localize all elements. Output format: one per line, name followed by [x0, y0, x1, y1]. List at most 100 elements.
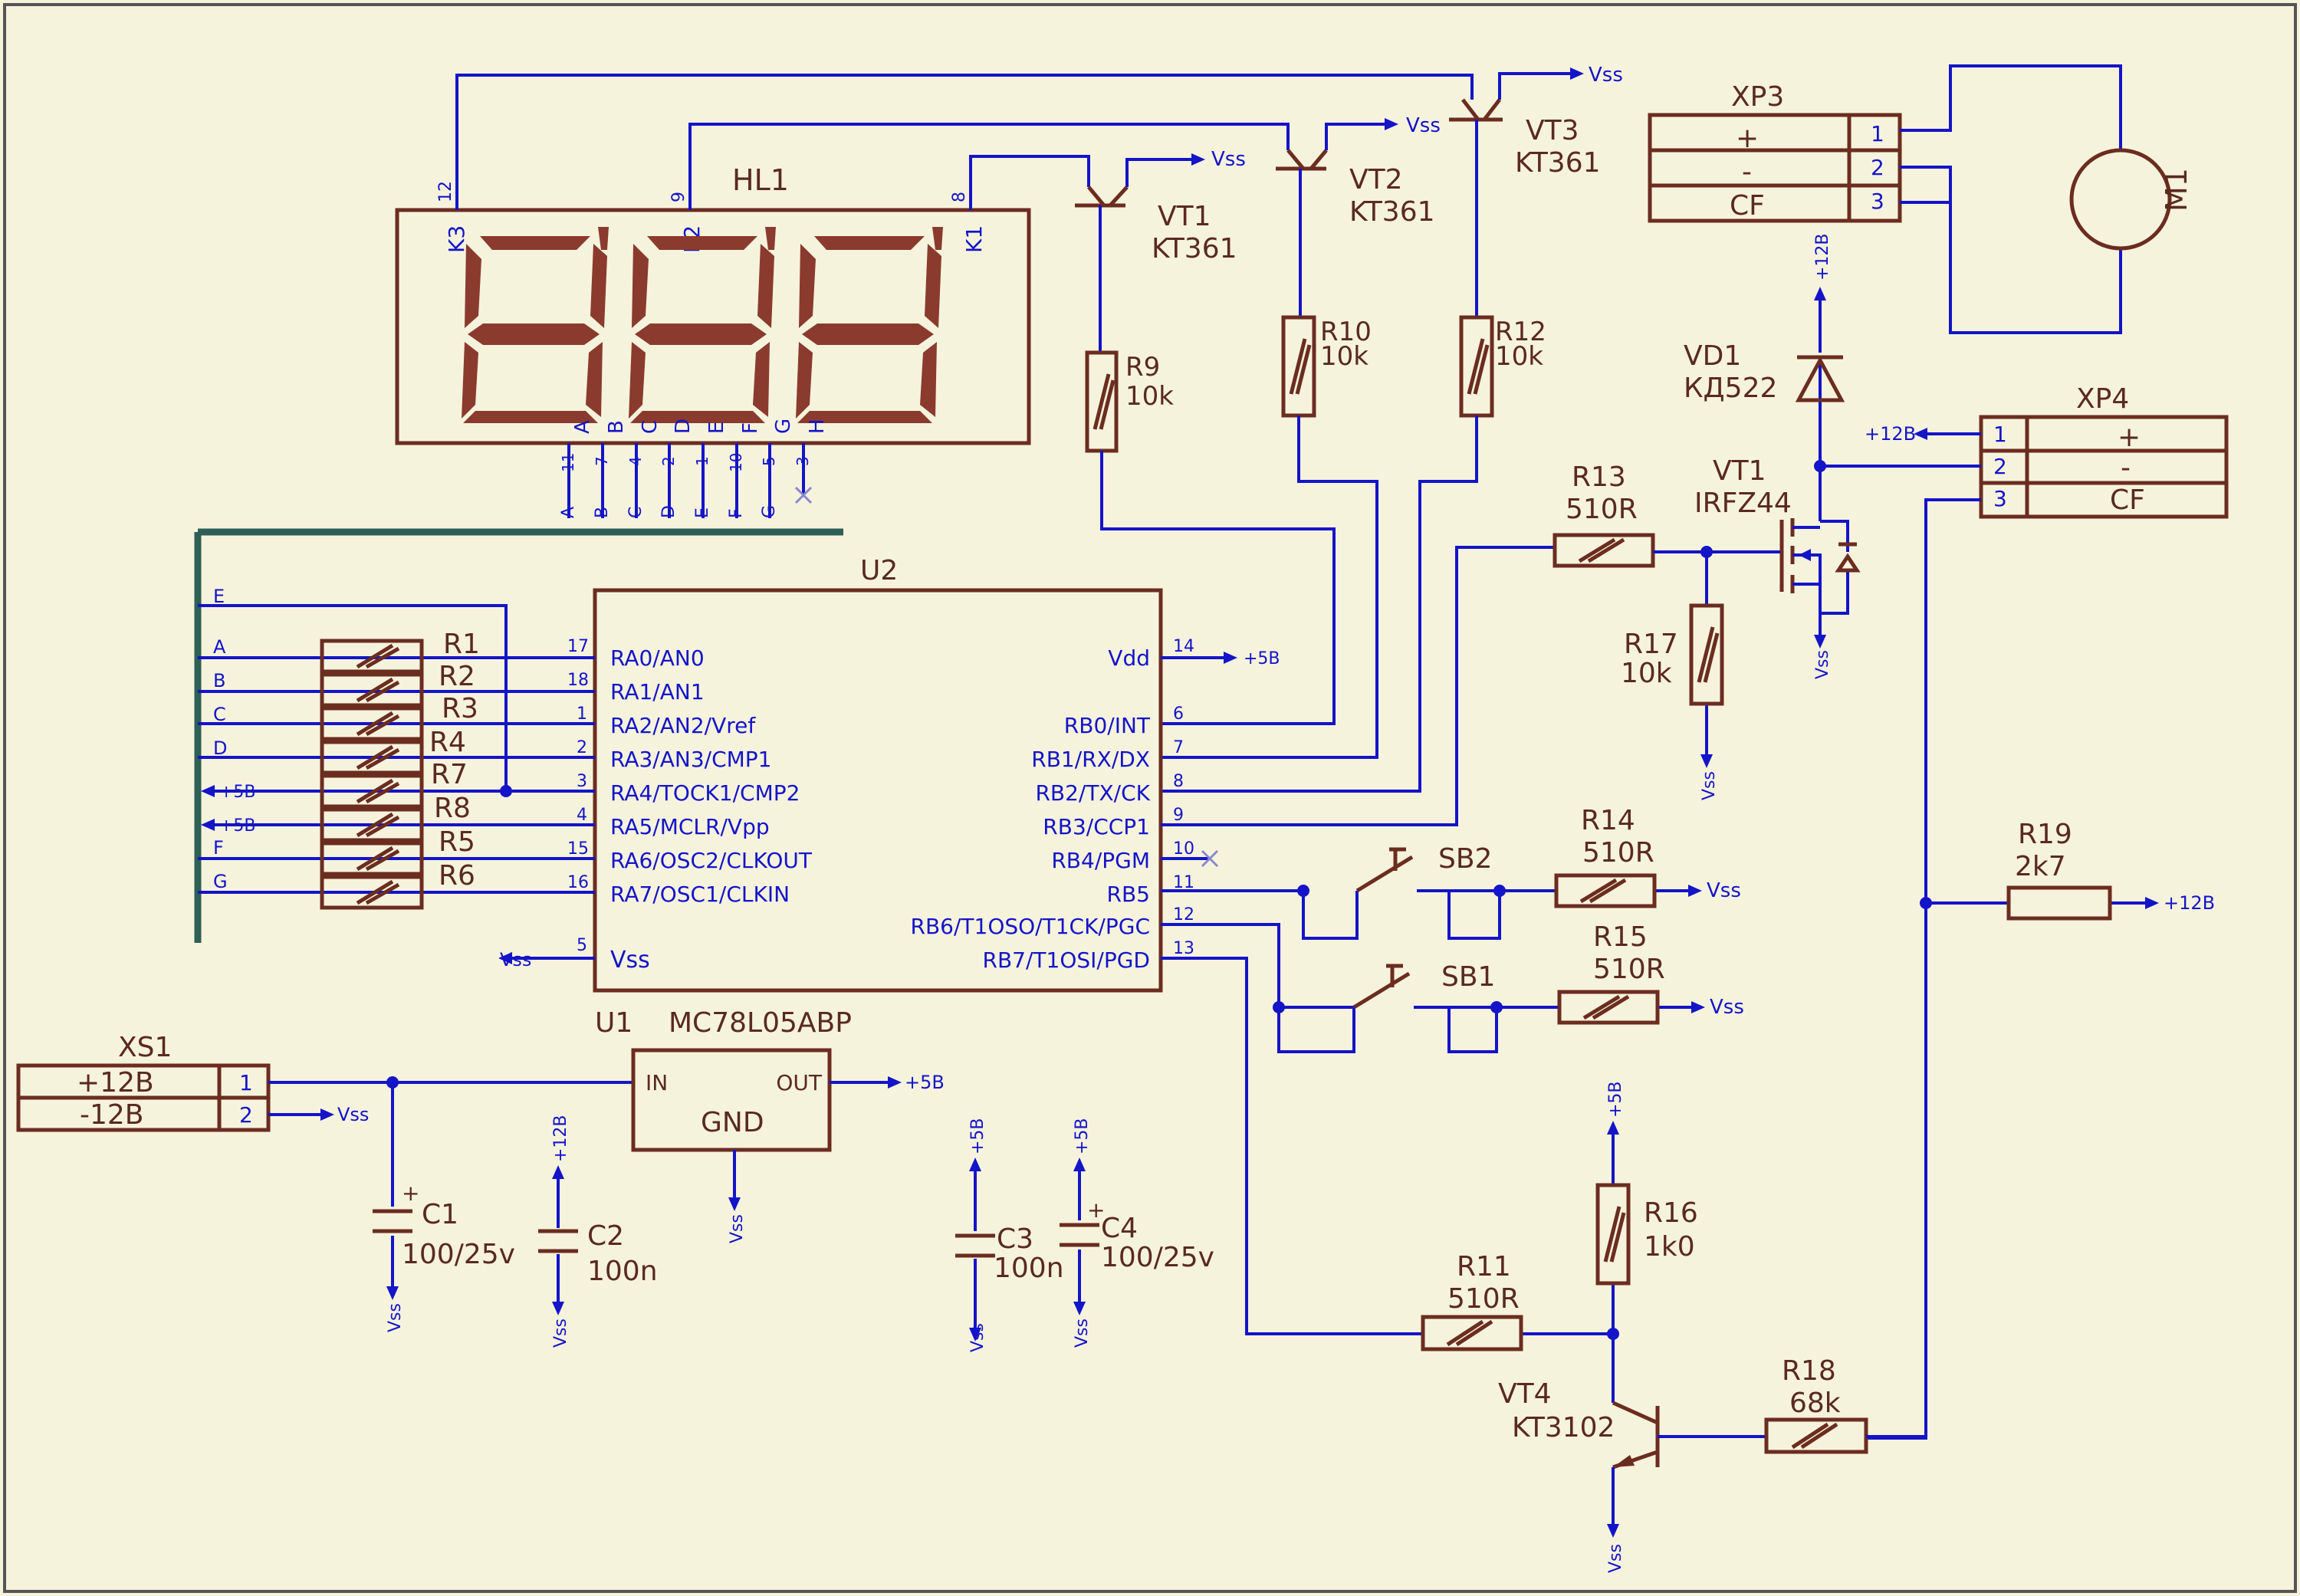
seg-pin-11: 11 — [559, 453, 577, 472]
pin-num-8: 8 — [1173, 772, 1184, 791]
xs1-label: XS1 — [118, 1032, 172, 1063]
vt2-type: KT361 — [1349, 196, 1435, 228]
pin-num-5: 5 — [577, 936, 587, 955]
pin-num-3: 3 — [577, 772, 587, 791]
vt2-vss: Vss — [1406, 114, 1441, 137]
mcu-rb0: RB0/INT — [1064, 713, 1151, 738]
c2-label: C2 — [587, 1220, 624, 1252]
r12-value: 10k — [1495, 341, 1543, 372]
r17-label: R17 — [1624, 629, 1678, 660]
r8-label: R8 — [434, 793, 471, 824]
xs1-row-1: +12B — [77, 1067, 154, 1098]
vt1-type: KT361 — [1152, 233, 1237, 264]
pin-num-13: 13 — [1173, 939, 1194, 958]
bus-letter-e: E — [693, 507, 712, 518]
r9-label: R9 — [1125, 352, 1160, 383]
seg-letter-g: G — [772, 419, 795, 434]
vt1-vss: Vss — [1211, 148, 1246, 171]
seg-letter-d: D — [672, 419, 695, 434]
bus-letter-c: C — [626, 507, 646, 518]
r16-resistor: +5B R16 1k0 — [1595, 1081, 1698, 1334]
u1-out: OUT — [776, 1070, 823, 1095]
c4-vss: Vss — [1073, 1319, 1092, 1348]
r15-vss: Vss — [1710, 996, 1744, 1019]
r14-resistor: Vss R14 510R — [1500, 805, 1741, 908]
regulator-u1: U1 MC78L05ABP IN OUT GND +5B Vss — [595, 1007, 945, 1243]
r10-resistor: R10 10k — [1161, 315, 1378, 759]
u1-vss: Vss — [728, 1214, 747, 1243]
r16-value: 1k0 — [1644, 1231, 1695, 1263]
xp3-row-1: + — [1736, 123, 1759, 154]
vt4-type: KT3102 — [1512, 1412, 1615, 1443]
digit-3 — [796, 227, 943, 423]
k2-pin: 9 — [669, 192, 688, 202]
bus-letter-b: B — [593, 507, 612, 518]
xp3-row-2: - — [1742, 156, 1752, 188]
k1-label: K1 — [961, 225, 987, 253]
mcu-vdd: Vdd — [1108, 645, 1150, 671]
pin-num-9: 9 — [1173, 806, 1184, 825]
r10-value: 10k — [1320, 341, 1368, 372]
mcu-ra1: RA1/AN1 — [610, 679, 705, 704]
net-p5-a: +5B — [219, 783, 256, 802]
r15-resistor: Vss R15 510R — [1497, 921, 1744, 1025]
seg-pin-3: 3 — [794, 456, 812, 466]
bus-letter-a: A — [559, 507, 578, 518]
r17-resistor: Vss R17 10k — [1621, 552, 1724, 800]
mcu-rb4: RB4/PGM — [1051, 848, 1150, 873]
u1-p5: +5B — [905, 1072, 945, 1093]
mcu-rb6: RB6/T1OSO/T1CK/PGC — [910, 914, 1150, 939]
r14-value: 510R — [1582, 837, 1654, 869]
mcu-rb2: RB2/TX/CK — [1035, 780, 1150, 806]
u1-label: U1 — [595, 1007, 632, 1039]
r2-label: R2 — [439, 661, 475, 692]
bus-a: A — [213, 636, 226, 658]
c1-vss: Vss — [386, 1303, 405, 1332]
vt4-vss: Vss — [1606, 1544, 1625, 1573]
mosfet-vt1: Vss VT1 IRFZ44 — [1694, 455, 1861, 679]
c2-vss: Vss — [551, 1319, 570, 1348]
mcu-ra7: RA7/OSC1/CLKIN — [610, 882, 790, 907]
c2-value: 100n — [587, 1256, 658, 1287]
xp4-pin-2: 2 — [1993, 454, 2007, 479]
r11-label: R11 — [1457, 1251, 1511, 1282]
display-label: HL1 — [732, 163, 789, 197]
u1-type: MC78L05ABP — [669, 1007, 852, 1039]
seg-letter-f: F — [739, 422, 762, 434]
net-p5-b: +5B — [219, 816, 256, 836]
pin-num-6: 6 — [1173, 704, 1184, 724]
vt2-label: VT2 — [1349, 164, 1403, 195]
seg-pin-10: 10 — [727, 453, 745, 472]
schematic: HL1 K3 K2 K1 — [3, 3, 2297, 1593]
xp4-row-1: + — [2118, 422, 2141, 453]
pin-num-18: 18 — [567, 671, 589, 690]
segment-pins: A B C D E F G H 11 7 4 2 1 10 5 3 A B C … — [559, 419, 829, 518]
mcu-rb1: RB1/RX/DX — [1031, 747, 1150, 772]
bus-g: G — [213, 871, 228, 892]
xp4-p12: +12B — [1865, 423, 1916, 445]
mcu-ra3: RA3/AN3/CMP1 — [610, 747, 771, 772]
vt2-transistor: Vss VT2 KT361 — [1276, 114, 1441, 317]
bus-letter-d: D — [659, 505, 678, 518]
c1-value: 100/25v — [402, 1239, 515, 1270]
xs1-connector: XS1 +12B -12B 1 2 Vss — [16, 1032, 633, 1132]
r1-label: R1 — [443, 629, 480, 660]
xp4-label: XP4 — [2076, 383, 2129, 415]
c3-value: 100n — [994, 1253, 1064, 1284]
m1-label: M1 — [2160, 168, 2193, 212]
vd1-p12: +12B — [1813, 233, 1832, 281]
seg-pin-7: 7 — [593, 456, 611, 466]
c3-label: C3 — [997, 1223, 1033, 1255]
bus-e: E — [213, 586, 225, 607]
r15-value: 510R — [1593, 954, 1665, 985]
motor-m1: M1 — [2069, 148, 2193, 251]
r11-resistor: R11 510R — [1161, 957, 1619, 1351]
xp3-pin-3: 3 — [1871, 189, 1884, 214]
mcu-rb5: RB5 — [1107, 882, 1150, 907]
pin-num-7: 7 — [1173, 738, 1184, 757]
c3-p5: +5B — [968, 1118, 987, 1154]
c4-capacitor: +5B + Vss C4 100/25v — [1060, 1118, 1214, 1348]
pin-num-1: 1 — [577, 704, 587, 724]
vdd-net: +5B — [1244, 649, 1280, 668]
xp3-label: XP3 — [1731, 81, 1784, 113]
